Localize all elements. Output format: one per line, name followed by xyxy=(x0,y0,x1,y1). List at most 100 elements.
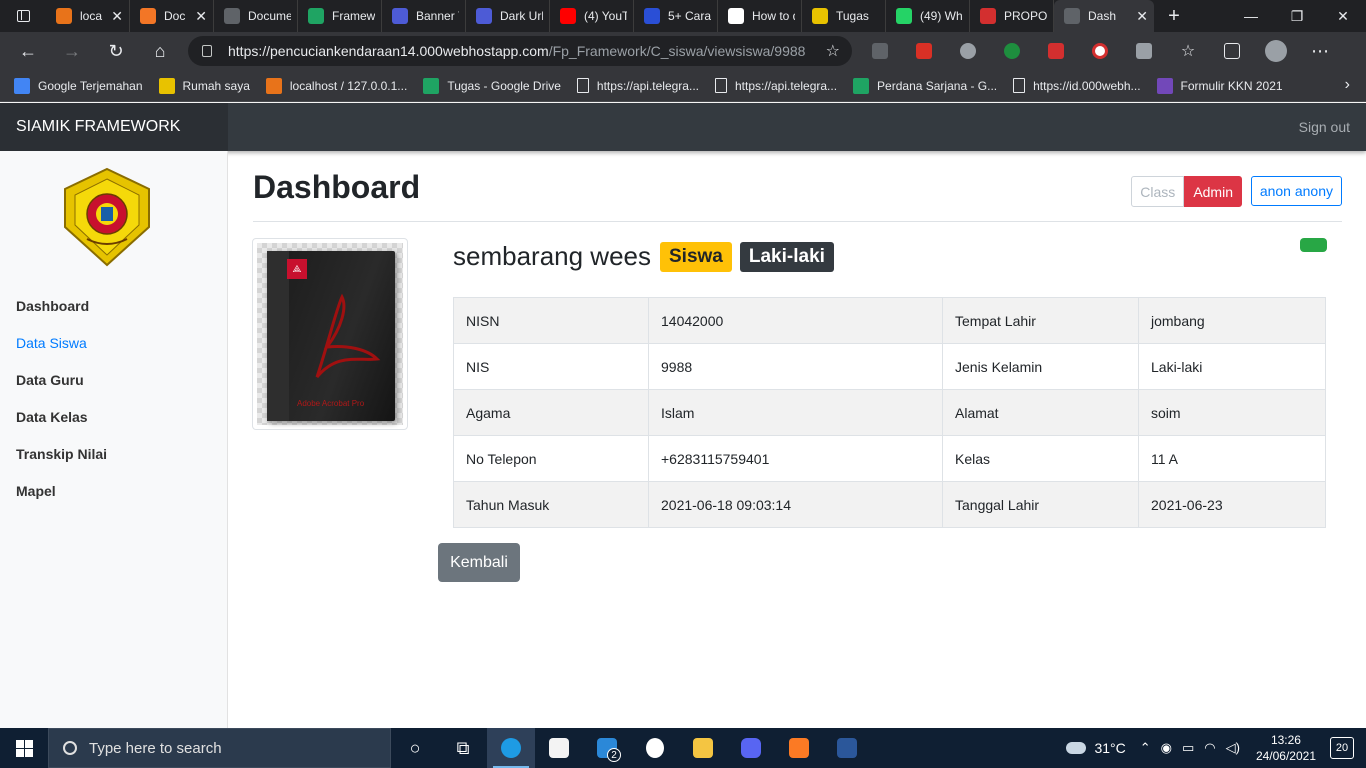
tab-favicon-icon xyxy=(728,8,744,24)
tab-favicon-icon xyxy=(140,8,156,24)
bookmark-item[interactable]: Google Terjemahan xyxy=(14,77,143,94)
field-label: Tempat Lahir xyxy=(942,297,1139,344)
chevron-right-icon[interactable]: › xyxy=(1345,76,1350,94)
divider xyxy=(253,221,1342,222)
notifications-icon[interactable]: 20 xyxy=(1330,737,1354,759)
browser-tab[interactable]: Tugas xyxy=(802,0,886,32)
back-arrow-icon[interactable]: ← xyxy=(6,32,50,70)
sign-out-link[interactable]: Sign out xyxy=(1299,103,1350,151)
back-button[interactable]: Kembali xyxy=(438,543,520,582)
user-button[interactable]: anon anony xyxy=(1250,176,1342,206)
mongodb-icon[interactable] xyxy=(631,728,679,768)
class-button[interactable]: Class xyxy=(1131,176,1185,207)
bookmark-item[interactable]: https://api.telegra... xyxy=(714,78,838,93)
student-header: sembarang wees Siswa Laki-laki xyxy=(453,241,834,272)
bookmark-item[interactable]: https://id.000webh... xyxy=(1013,78,1141,93)
bookmark-favicon-icon xyxy=(853,77,870,94)
lock-icon[interactable] xyxy=(202,45,212,57)
bookmark-label: Tugas - Google Drive xyxy=(447,78,561,93)
app-brand[interactable]: SIAMIK FRAMEWORK xyxy=(0,103,228,151)
edge-taskbar-icon[interactable] xyxy=(487,728,535,768)
sidebar-item-data-kelas[interactable]: Data Kelas xyxy=(16,409,88,425)
browser-tab[interactable]: loca ✕ xyxy=(46,0,130,32)
extension-chat-icon[interactable] xyxy=(952,32,984,70)
sidebar-item-dashboard[interactable]: Dashboard xyxy=(16,298,89,314)
menu-dots-icon[interactable]: ⋯ xyxy=(1304,32,1336,70)
browser-tab[interactable]: Documer xyxy=(214,0,298,32)
tab-favicon-icon xyxy=(560,8,576,24)
tab-favicon-icon xyxy=(308,8,324,24)
browser-tab[interactable]: Banner Y xyxy=(382,0,466,32)
bookmark-item[interactable]: localhost / 127.0.0.1... xyxy=(265,77,407,94)
extension-s-icon[interactable] xyxy=(864,32,896,70)
sidebar-item-transkip-nilai[interactable]: Transkip Nilai xyxy=(16,446,107,462)
new-tab-button[interactable]: + xyxy=(1154,5,1194,28)
bookmark-item[interactable]: Rumah saya xyxy=(158,77,250,94)
browser-tab[interactable]: Framewo xyxy=(298,0,382,32)
battery-icon[interactable]: ▭ xyxy=(1182,740,1194,756)
close-window-icon[interactable]: ✕ xyxy=(1320,0,1366,32)
extension-green-icon[interactable] xyxy=(996,32,1028,70)
volume-icon[interactable]: ◁) xyxy=(1226,740,1240,756)
store-icon[interactable] xyxy=(535,728,583,768)
product-box-image: ⟁ Adobe Acrobat Pro xyxy=(267,251,395,421)
extension-video-icon[interactable] xyxy=(1084,32,1116,70)
xampp-icon[interactable] xyxy=(775,728,823,768)
browser-tabstrip: loca ✕ Doc ✕ Documer Framewo Banner Y Dark Urb (… xyxy=(0,0,1366,32)
extension-puzzle-icon[interactable] xyxy=(1128,32,1160,70)
tab-close-icon[interactable]: ✕ xyxy=(195,8,207,25)
taskbar-search[interactable]: Type here to search xyxy=(48,728,391,768)
bookmark-star-icon[interactable]: ☆ xyxy=(826,41,840,61)
task-view-icon[interactable]: ⧉ xyxy=(439,728,487,768)
bookmark-label: https://api.telegra... xyxy=(734,78,838,93)
sidebar-item-mapel[interactable]: Mapel xyxy=(16,483,56,499)
bookmark-label: https://id.000webh... xyxy=(1033,78,1141,93)
start-button[interactable] xyxy=(0,728,48,768)
tab-actions-icon[interactable] xyxy=(0,0,46,32)
bookmarks-bar: Google Terjemahan Rumah saya localhost / 1… xyxy=(0,70,1366,102)
discord-icon[interactable] xyxy=(727,728,775,768)
wifi-icon[interactable]: ◠ xyxy=(1204,740,1215,756)
sidebar-item-data-siswa[interactable]: Data Siswa xyxy=(16,335,87,351)
extension-red-icon[interactable] xyxy=(908,32,940,70)
chevron-up-icon[interactable]: ⌃ xyxy=(1140,740,1151,756)
mail-icon[interactable]: 2 xyxy=(583,728,631,768)
profile-avatar[interactable] xyxy=(1260,32,1292,70)
admin-button[interactable]: Admin xyxy=(1184,176,1242,207)
tab-close-icon[interactable]: ✕ xyxy=(111,8,123,25)
forward-arrow-icon[interactable]: → xyxy=(50,32,94,70)
minimize-icon[interactable]: — xyxy=(1228,0,1274,32)
document-icon xyxy=(576,78,589,93)
home-icon[interactable]: ⌂ xyxy=(138,32,182,70)
tab-close-icon[interactable]: ✕ xyxy=(1136,8,1148,25)
collections-icon[interactable] xyxy=(1216,32,1248,70)
bookmark-item[interactable]: Formulir KKN 2021 xyxy=(1156,77,1283,94)
browser-tab[interactable]: Dark Urb xyxy=(466,0,550,32)
tab-title: Documer xyxy=(248,9,291,23)
browser-tab[interactable]: Doc ✕ xyxy=(130,0,214,32)
browser-tab[interactable]: Dash ✕ xyxy=(1054,0,1154,32)
clock[interactable]: 13:26 24/06/2021 xyxy=(1256,732,1316,764)
browser-tab[interactable]: PROPOSA xyxy=(970,0,1054,32)
bookmark-item[interactable]: https://api.telegra... xyxy=(576,78,699,93)
file-explorer-icon[interactable] xyxy=(679,728,727,768)
tray-app-icon[interactable]: ◉ xyxy=(1161,740,1172,756)
sidebar-item-data-guru[interactable]: Data Guru xyxy=(16,372,84,388)
address-bar[interactable]: https://pencuciankendaraan14.000webhosta… xyxy=(188,36,852,66)
browser-tab[interactable]: How to d xyxy=(718,0,802,32)
bookmark-item[interactable]: Tugas - Google Drive xyxy=(423,77,561,94)
word-icon[interactable] xyxy=(823,728,871,768)
favorites-icon[interactable]: ☆ xyxy=(1172,32,1204,70)
cortana-icon[interactable]: ○ xyxy=(391,728,439,768)
maximize-icon[interactable]: ❐ xyxy=(1274,0,1320,32)
reload-icon[interactable]: ↻ xyxy=(94,32,138,70)
bookmark-item[interactable]: Perdana Sarjana - G... xyxy=(853,77,997,94)
browser-tab[interactable]: 5+ Cara M xyxy=(634,0,718,32)
extension-mendeley-icon[interactable] xyxy=(1040,32,1072,70)
windows-logo-icon xyxy=(15,739,33,757)
field-value: 14042000 xyxy=(648,297,943,344)
browser-tab[interactable]: (49) Wha xyxy=(886,0,970,32)
browser-tab[interactable]: (4) YouTu xyxy=(550,0,634,32)
bookmark-favicon-icon xyxy=(158,77,175,94)
weather-widget[interactable]: 31°C xyxy=(1066,740,1126,756)
